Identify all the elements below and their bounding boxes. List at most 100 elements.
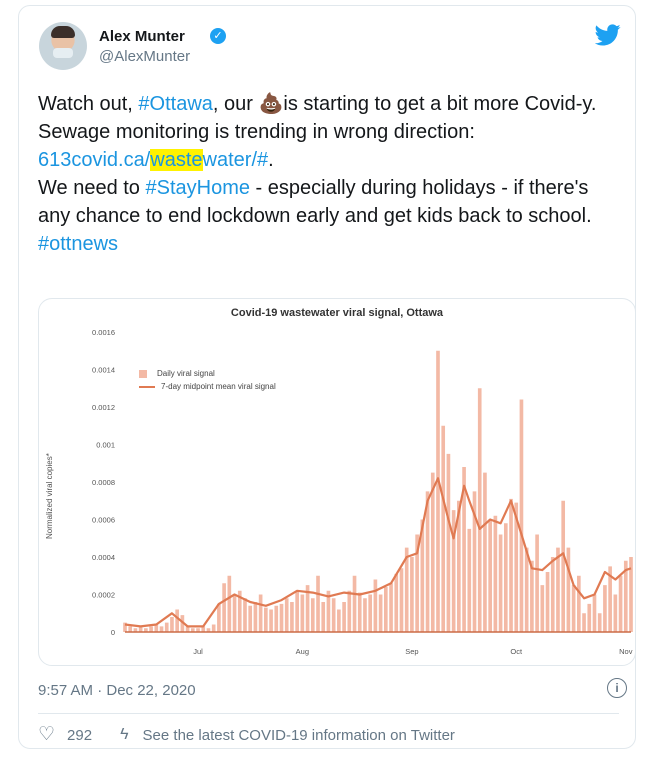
x-tick-label: Oct xyxy=(510,647,523,656)
twitter-bird-icon[interactable] xyxy=(595,22,621,48)
bar xyxy=(535,534,539,632)
lightning-icon: ϟ xyxy=(120,726,129,743)
heart-icon[interactable]: ♡ xyxy=(38,725,55,744)
bar xyxy=(300,594,305,632)
bar xyxy=(556,547,560,632)
bar xyxy=(592,594,597,632)
bar xyxy=(363,598,367,632)
x-tick-label: Aug xyxy=(296,647,309,656)
bar xyxy=(243,598,247,632)
avatar[interactable] xyxy=(39,22,87,70)
bar xyxy=(295,590,299,632)
bar xyxy=(149,626,153,632)
bar xyxy=(540,585,545,632)
x-tick-label: Nov xyxy=(619,647,633,656)
bar xyxy=(159,626,164,632)
bar xyxy=(347,590,352,632)
text-seg: , our xyxy=(212,93,259,115)
verified-icon: ✓ xyxy=(210,28,226,44)
bar xyxy=(175,609,179,632)
bar xyxy=(587,603,592,632)
divider xyxy=(38,713,619,714)
y-tick-label: 0.0014 xyxy=(92,366,115,375)
x-tick-label: Sep xyxy=(405,647,418,656)
bar xyxy=(519,399,524,632)
bar xyxy=(618,575,623,632)
bar xyxy=(368,594,373,632)
bar xyxy=(530,560,534,632)
bar xyxy=(582,613,586,632)
bar xyxy=(357,592,362,632)
avatar-hair xyxy=(51,26,75,38)
bar xyxy=(284,598,289,632)
bar xyxy=(128,626,133,632)
text-seg: . xyxy=(268,149,274,171)
like-count[interactable]: 292 xyxy=(67,727,92,744)
bar xyxy=(227,575,232,632)
bar xyxy=(279,603,284,632)
bar xyxy=(394,573,399,632)
covid-info-link[interactable]: See the latest COVID-19 information on T… xyxy=(143,727,455,744)
bar xyxy=(566,547,571,632)
bar xyxy=(477,388,482,632)
bar xyxy=(498,534,503,632)
y-tick-label: 0 xyxy=(111,628,115,637)
link-seg: 613covid.ca/ xyxy=(38,149,151,171)
bar xyxy=(290,602,294,632)
bar xyxy=(603,585,607,632)
bar xyxy=(258,594,263,632)
bar xyxy=(331,598,336,632)
bar xyxy=(613,594,618,632)
hashtag-stayhome[interactable]: #StayHome xyxy=(145,177,250,199)
y-tick-label: 0.0004 xyxy=(92,553,115,562)
text-seg: Watch out, xyxy=(38,93,139,115)
bar xyxy=(399,568,404,632)
bar xyxy=(316,575,320,632)
bar xyxy=(493,515,498,632)
bar xyxy=(561,500,566,632)
info-icon[interactable]: i xyxy=(607,678,627,698)
bar xyxy=(597,613,602,632)
bar xyxy=(217,603,221,632)
author-handle[interactable]: @AlexMunter xyxy=(99,48,190,65)
bar xyxy=(222,583,226,632)
tweet-card: Alex Munter ✓ @AlexMunter Watch out, #Ot… xyxy=(18,5,636,749)
author-name[interactable]: Alex Munter xyxy=(99,28,185,45)
bar xyxy=(274,605,279,632)
hashtag-ottnews[interactable]: #ottnews xyxy=(38,233,118,255)
bar xyxy=(378,594,383,632)
bar xyxy=(337,609,341,632)
link-highlight: waste xyxy=(150,149,203,171)
chart-image[interactable]: Covid-19 wastewater viral signal, Ottawa… xyxy=(38,298,636,666)
chart-plot: 0 0.0002 0.0004 0.0006 0.0008 0.001 0.0012 0.00… xyxy=(92,328,633,656)
tweet-timestamp[interactable]: 9:57 AM · Dec 22, 2020 xyxy=(38,682,196,699)
text-seg: We need to xyxy=(38,177,146,199)
wastewater-link[interactable]: 613covid.ca/wastewater/# xyxy=(38,149,268,171)
y-tick-label: 0.001 xyxy=(96,441,115,450)
bar xyxy=(545,572,550,632)
bar xyxy=(248,605,253,632)
avatar-mask xyxy=(53,48,73,58)
bar xyxy=(164,622,169,632)
bar xyxy=(410,557,414,632)
y-tick-label: 0.0016 xyxy=(92,328,115,337)
bar xyxy=(373,579,378,632)
tweet-text: Watch out, #Ottawa, our 💩is starting to … xyxy=(38,90,623,258)
x-tick-label: Jul xyxy=(193,647,203,656)
bar xyxy=(467,528,472,632)
bar xyxy=(483,472,487,632)
bar xyxy=(436,350,440,632)
bar xyxy=(430,472,435,632)
link-seg: water/# xyxy=(202,149,269,171)
y-tick-label: 0.0008 xyxy=(92,478,115,487)
bar xyxy=(232,594,237,632)
bar xyxy=(550,557,555,632)
mean-line xyxy=(124,477,632,628)
hashtag-ottawa[interactable]: #Ottawa xyxy=(138,93,212,115)
bar xyxy=(211,624,216,632)
y-tick-label: 0.0002 xyxy=(92,591,115,600)
bar xyxy=(352,575,357,632)
tweet-footer: ♡ 292 ϟ See the latest COVID-19 informat… xyxy=(38,725,455,744)
bar xyxy=(446,453,451,632)
bar xyxy=(524,547,529,632)
